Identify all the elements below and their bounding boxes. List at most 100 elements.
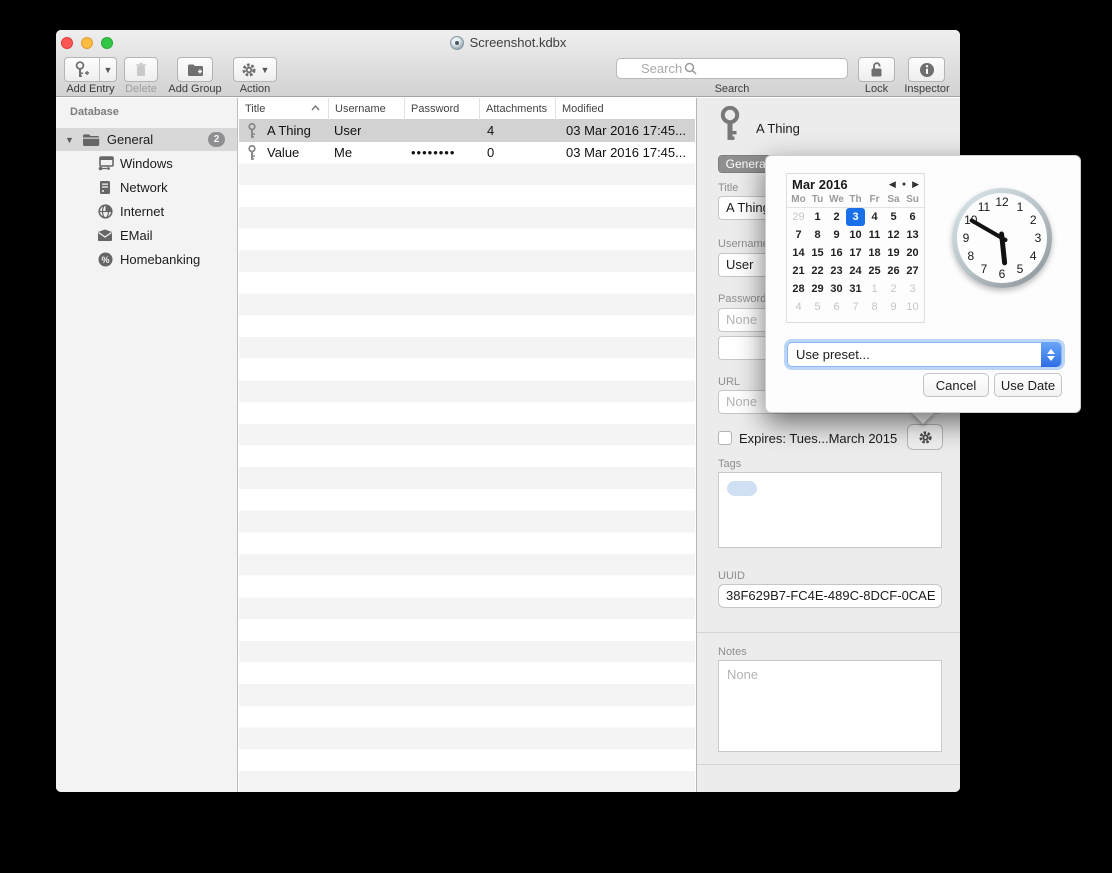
sidebar-item-windows[interactable]: Windows (56, 151, 237, 175)
calendar-day[interactable]: 11 (865, 226, 884, 244)
popover-arrow (911, 412, 935, 424)
calendar-day[interactable]: 10 (903, 298, 922, 316)
calendar-day[interactable]: 13 (903, 226, 922, 244)
cell-title: Value (267, 142, 299, 164)
calendar-day[interactable]: 7 (789, 226, 808, 244)
calendar-day[interactable]: 30 (827, 280, 846, 298)
gear-icon (241, 62, 257, 78)
table-row[interactable]: A ThingUser403 Mar 2016 17:45... (239, 120, 695, 142)
tags-label: Tags (718, 458, 741, 470)
clock[interactable]: 121234567891011 (952, 188, 1052, 288)
cell-modified: 03 Mar 2016 17:45... (566, 120, 686, 142)
calendar-today-icon[interactable]: ● (902, 181, 906, 188)
table-row[interactable]: ValueMe••••••••003 Mar 2016 17:45... (239, 142, 695, 164)
calendar-day[interactable]: 27 (903, 262, 922, 280)
calendar-day[interactable]: 23 (827, 262, 846, 280)
sidebar-item-general[interactable]: ▼ General 2 (56, 128, 237, 151)
uuid-field[interactable]: 38F629B7-FC4E-489C-8DCF-0CAE (718, 584, 942, 608)
calendar-prev-icon[interactable]: ◀ (889, 180, 896, 189)
calendar-day[interactable]: 2 (827, 208, 846, 226)
tags-box[interactable] (718, 472, 942, 548)
add-entry-button[interactable]: ▼ (64, 57, 117, 82)
calendar: Mar 2016 ◀ ● ▶ MoTuWeThFrSaSu 2912345678… (786, 173, 925, 323)
calendar-day[interactable]: 5 (808, 298, 827, 316)
sidebar-item-label: EMail (120, 228, 153, 243)
calendar-next-icon[interactable]: ▶ (912, 180, 919, 189)
column-header-password[interactable]: Password (405, 98, 480, 120)
weekday-label: Tu (808, 194, 827, 205)
delete-button[interactable] (124, 57, 158, 82)
calendar-day[interactable]: 24 (846, 262, 865, 280)
notes-box[interactable]: None (718, 660, 942, 752)
expires-date-button[interactable] (907, 424, 943, 450)
sidebar-item-homebanking[interactable]: %Homebanking (56, 247, 237, 271)
key-icon (247, 142, 257, 164)
calendar-day[interactable]: 31 (846, 280, 865, 298)
use-date-button[interactable]: Use Date (994, 373, 1062, 397)
calendar-day[interactable]: 10 (846, 226, 865, 244)
calendar-day[interactable]: 29 (789, 208, 808, 226)
calendar-day[interactable]: 2 (884, 280, 903, 298)
cancel-button[interactable]: Cancel (923, 373, 989, 397)
calendar-day[interactable]: 1 (808, 208, 827, 226)
calendar-day[interactable]: 5 (884, 208, 903, 226)
info-icon (919, 62, 935, 78)
calendar-grid: 2912345678910111213141516171819202122232… (787, 208, 924, 316)
calendar-day[interactable]: 17 (846, 244, 865, 262)
calendar-day[interactable]: 6 (903, 208, 922, 226)
column-header-modified[interactable]: Modified (556, 98, 695, 120)
action-button[interactable]: ▼ (233, 57, 277, 82)
calendar-day[interactable]: 14 (789, 244, 808, 262)
notes-label: Notes (718, 646, 747, 658)
calendar-day[interactable]: 8 (865, 298, 884, 316)
url-label: URL (718, 376, 740, 388)
password-label: Password (718, 293, 766, 305)
calendar-day[interactable]: 4 (789, 298, 808, 316)
calendar-day[interactable]: 9 (827, 226, 846, 244)
calendar-day[interactable]: 9 (884, 298, 903, 316)
sidebar-item-network[interactable]: Network (56, 175, 237, 199)
calendar-day[interactable]: 7 (846, 298, 865, 316)
disclosure-triangle-icon[interactable]: ▼ (65, 135, 74, 145)
expires-checkbox[interactable] (718, 431, 732, 445)
sidebar-item-email[interactable]: EMail (56, 223, 237, 247)
calendar-day[interactable]: 8 (808, 226, 827, 244)
add-group-button[interactable] (177, 57, 213, 82)
lock-button[interactable] (858, 57, 895, 82)
document-icon (450, 36, 464, 50)
search-input[interactable] (616, 58, 848, 79)
sidebar-item-internet[interactable]: Internet (56, 199, 237, 223)
calendar-day[interactable]: 25 (865, 262, 884, 280)
calendar-day[interactable]: 26 (884, 262, 903, 280)
inspector-button[interactable] (908, 57, 945, 82)
weekday-label: Mo (789, 194, 808, 205)
calendar-day[interactable]: 4 (865, 208, 884, 226)
weekday-label: Su (903, 194, 922, 205)
column-header-username[interactable]: Username (329, 98, 405, 120)
calendar-day[interactable]: 28 (789, 280, 808, 298)
weekday-label: We (827, 194, 846, 205)
preset-dropdown[interactable]: Use preset... (787, 342, 1062, 367)
username-label: Username (718, 238, 769, 250)
column-header-title[interactable]: Title (239, 98, 329, 120)
calendar-day[interactable]: 29 (808, 280, 827, 298)
calendar-day[interactable]: 22 (808, 262, 827, 280)
expires-label: Expires: Tues...March 2015 (739, 431, 897, 446)
sort-ascending-icon (311, 105, 320, 111)
calendar-day[interactable]: 15 (808, 244, 827, 262)
column-header-attachments[interactable]: Attachments (480, 98, 556, 120)
calendar-day[interactable]: 12 (884, 226, 903, 244)
chevron-down-icon[interactable]: ▼ (100, 65, 116, 75)
calendar-day[interactable]: 18 (865, 244, 884, 262)
calendar-day[interactable]: 16 (827, 244, 846, 262)
internet-icon (96, 204, 114, 219)
calendar-day[interactable]: 3 (903, 280, 922, 298)
calendar-day[interactable]: 21 (789, 262, 808, 280)
notes-placeholder: None (719, 661, 941, 682)
calendar-day[interactable]: 6 (827, 298, 846, 316)
calendar-day[interactable]: 20 (903, 244, 922, 262)
calendar-day[interactable]: 19 (884, 244, 903, 262)
calendar-day[interactable]: 1 (865, 280, 884, 298)
tag-token[interactable] (727, 481, 757, 496)
calendar-day-selected[interactable]: 3 (846, 208, 865, 226)
